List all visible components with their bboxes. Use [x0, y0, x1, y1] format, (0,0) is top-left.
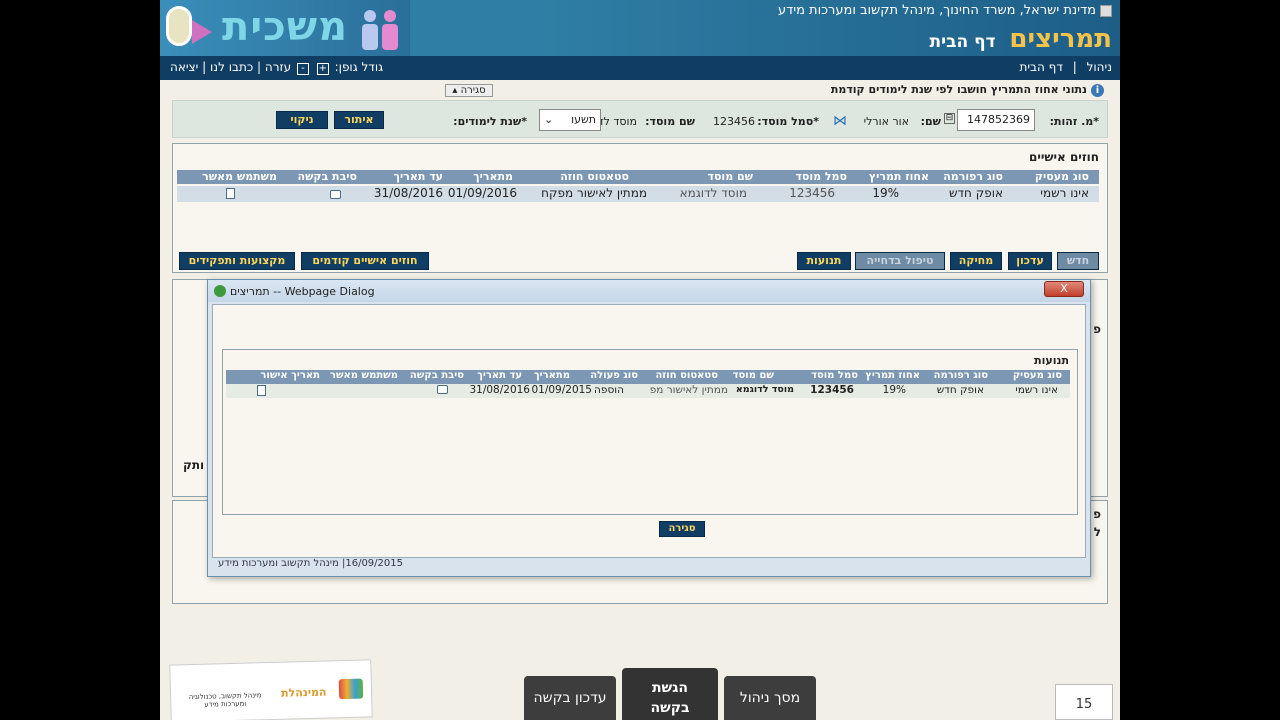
bowtie-icon: ⋈ [833, 113, 847, 129]
font-minus-button[interactable]: - [296, 63, 309, 75]
reject-handling-button[interactable]: טיפול בדחייה [855, 252, 945, 270]
mashkit-logo: משכית [160, 0, 410, 56]
table-row[interactable]: אינו רשמי אופק חדש 19% 123456 מוסד לדוגמ… [226, 384, 1070, 398]
movements-dialog: תמריצים -- Webpage Dialog X תנועות סוג מ… [207, 279, 1091, 577]
footer-sub: מינהל תקשוב, טכנולוגיה ומערכות מידע [188, 691, 262, 709]
inst-code-label: *סמל מוסד: [757, 115, 819, 128]
movements-table-header: סוג מעסיק סוג רפורמה אחוז תמריץ סמל מוסד… [226, 370, 1070, 384]
minhelet-logo-icon [338, 678, 364, 700]
chevron-down-icon: ⌄ [544, 113, 554, 126]
previous-contracts-button[interactable]: חוזים אישיים קודמים [301, 252, 429, 270]
nav-bar: ניהול | דף הבית גודל גופן: + - עזרה | כת… [160, 56, 1120, 80]
nav-left: גודל גופן: + - עזרה | כתבו לנו | יציאה [170, 60, 384, 75]
dialog-body: תנועות סוג מעסיק סוג רפורמה אחוז תמריץ ס… [212, 304, 1086, 558]
update-button[interactable]: עדכון [1008, 252, 1052, 270]
font-plus-button[interactable]: + [316, 63, 329, 75]
message-icon[interactable] [330, 190, 341, 199]
footer-org: המינהלת [280, 685, 327, 700]
font-size-label: גודל גופן: [334, 60, 384, 74]
table-row[interactable]: אינו רשמי אופק חדש 19% 123456 מוסד לדוגמ… [177, 186, 1099, 202]
contact-link[interactable]: כתבו לנו [210, 60, 253, 74]
contracts-table-header: סוג מעסיק סוג רפורמה אחוז תמריץ סמל מוסד… [177, 170, 1099, 184]
nav-right: ניהול | דף הבית [1019, 60, 1112, 74]
expand-icon[interactable]: ⊟ [944, 113, 955, 124]
manage-screen-tab[interactable]: מסך ניהול [724, 676, 816, 720]
contracts-title: חוזים אישיים [1028, 150, 1099, 164]
page-name: דף הבית [929, 32, 996, 52]
logo-word: משכית [222, 4, 349, 50]
ie-icon [214, 285, 226, 297]
nav-manage-link[interactable]: ניהול [1087, 60, 1112, 74]
collapse-tab[interactable]: ▴ סגירה [445, 84, 493, 97]
submit-request-tab[interactable]: הגשת בקשה [622, 668, 718, 720]
clear-button[interactable]: ניקוי [276, 111, 328, 129]
page-number: 15 [1055, 684, 1113, 720]
id-label: *מ. זהות: [1049, 115, 1099, 128]
contracts-panel: חוזים אישיים סוג מעסיק סוג רפורמה אחוז ת… [172, 143, 1108, 273]
search-button[interactable]: איתור [334, 111, 384, 129]
year-select[interactable]: תשעו ⌄ [539, 109, 601, 131]
new-button[interactable]: חדש [1057, 252, 1099, 270]
app-name: תמריצים [1009, 24, 1112, 54]
name-label: שם: [920, 115, 941, 128]
logo-arrow-icon [192, 20, 212, 44]
inst-name-label: שם מוסד: [645, 115, 695, 128]
dialog-close-action-button[interactable]: סגירה [659, 521, 705, 537]
update-request-tab[interactable]: עדכון בקשה [524, 676, 616, 720]
gov-line: מדינת ישראל, משרד החינוך, מינהל תקשוב ומ… [778, 3, 1112, 18]
movements-button[interactable]: תנועות [797, 252, 851, 270]
emblem-icon [1100, 4, 1112, 17]
dialog-title-bar[interactable]: תמריצים -- Webpage Dialog X [208, 280, 1090, 302]
nav-home-link[interactable]: דף הבית [1019, 60, 1062, 74]
slide: משכית מדינת ישראל, משרד החינוך, מינהל תק… [160, 0, 1120, 720]
help-link[interactable]: עזרה [265, 60, 291, 74]
id-input[interactable]: 147852369 [957, 109, 1035, 131]
info-icon: i [1091, 84, 1104, 97]
dialog-title: תמריצים -- Webpage Dialog [230, 285, 375, 298]
document-icon[interactable] [257, 385, 266, 396]
people-icon [362, 10, 398, 50]
professions-button[interactable]: מקצועות ותפקידים [179, 252, 295, 270]
exit-link[interactable]: יציאה [170, 60, 198, 74]
movements-title: תנועות [1034, 354, 1069, 367]
document-icon[interactable] [226, 188, 235, 199]
inst-code-value: 123456 [713, 115, 755, 128]
header-banner: משכית מדינת ישראל, משרד החינוך, מינהל תק… [160, 0, 1120, 56]
dialog-status-bar: 16/09/2015| מינהל תקשוב ומערכות מידע [218, 558, 403, 569]
year-label: *שנת לימודים: [453, 115, 527, 128]
info-line: iנתוני אחוז התמריץ חושבו לפי שנת לימודים… [831, 83, 1104, 97]
dialog-close-button[interactable]: X [1044, 281, 1084, 297]
app-title: תמריצים דף הבית [929, 24, 1112, 54]
logo-circle-icon [166, 6, 192, 46]
movements-panel: תנועות סוג מעסיק סוג רפורמה אחוז תמריץ ס… [222, 349, 1078, 515]
delete-button[interactable]: מחיקה [950, 252, 1002, 270]
name-value: אור אורלי [863, 115, 909, 128]
footer-logo: המינהלת מינהל תקשוב, טכנולוגיה ומערכות מ… [169, 659, 373, 720]
message-icon[interactable] [437, 385, 448, 394]
